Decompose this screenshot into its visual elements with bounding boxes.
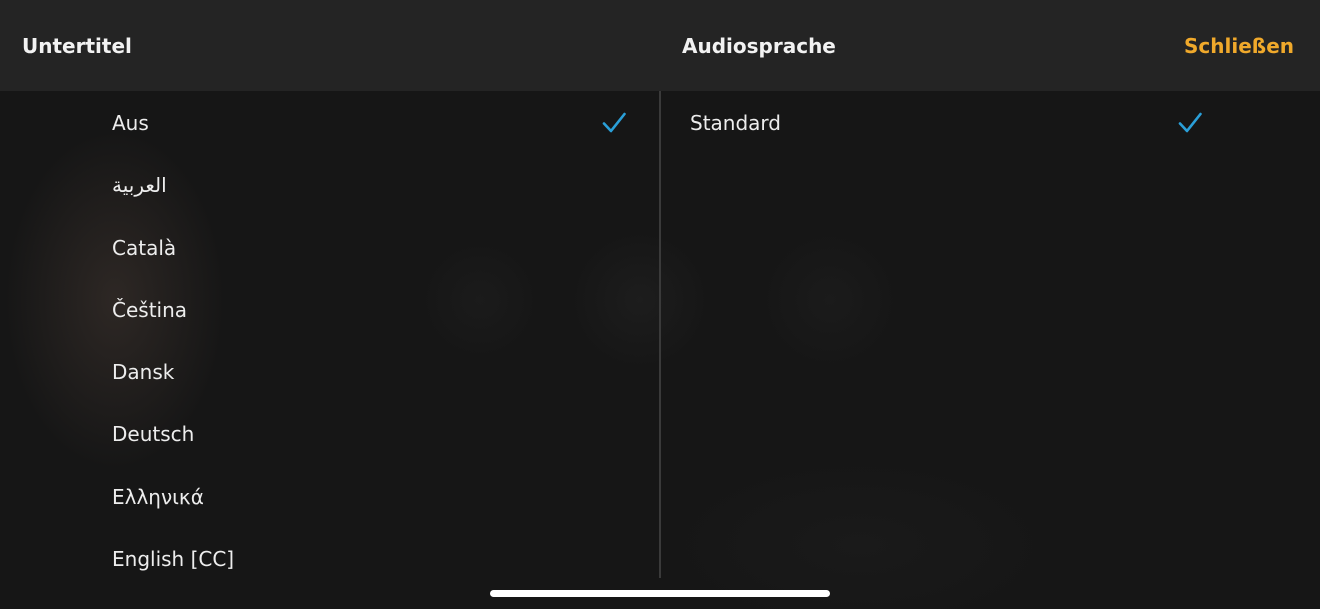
subtitle-option-label: العربية	[112, 173, 167, 198]
subtitles-heading: Untertitel	[22, 34, 132, 58]
subtitle-option-label: Deutsch	[112, 422, 195, 447]
audio-language-heading: Audiosprache	[682, 34, 836, 58]
subtitle-option-arabic[interactable]: العربية	[0, 153, 659, 215]
subtitle-option-greek[interactable]: Ελληνικά	[0, 465, 659, 527]
audio-option-standard[interactable]: Standard	[661, 91, 1320, 153]
column-divider	[659, 91, 661, 578]
subtitles-list: Aus العربية Català Čeština Dansk Deutsch…	[0, 91, 659, 589]
subtitle-option-label: Ελληνικά	[112, 484, 204, 509]
subtitle-option-label: Dansk	[112, 360, 175, 385]
subtitle-option-aus[interactable]: Aus	[0, 91, 659, 153]
checkmark-icon	[602, 112, 626, 133]
subtitle-option-dansk[interactable]: Dansk	[0, 340, 659, 402]
subtitle-option-label: Čeština	[112, 297, 188, 322]
subtitle-option-label: English [CC]	[112, 547, 235, 572]
language-settings-screen: Untertitel Audiosprache Schließen Aus ال…	[0, 0, 1320, 609]
header-bar: Untertitel Audiosprache Schließen	[0, 0, 1320, 91]
subtitle-option-english-cc[interactable]: English [CC]	[0, 527, 659, 589]
checkmark-icon	[1178, 112, 1202, 133]
subtitle-option-catala[interactable]: Català	[0, 216, 659, 278]
subtitle-option-cestina[interactable]: Čeština	[0, 278, 659, 340]
subtitle-option-label: Aus	[112, 111, 149, 135]
close-button[interactable]: Schließen	[1184, 34, 1294, 58]
home-indicator[interactable]	[490, 590, 830, 597]
subtitle-option-label: Català	[112, 235, 177, 260]
audio-option-label: Standard	[690, 111, 781, 135]
audio-language-list: Standard	[661, 91, 1320, 153]
subtitle-option-deutsch[interactable]: Deutsch	[0, 402, 659, 464]
